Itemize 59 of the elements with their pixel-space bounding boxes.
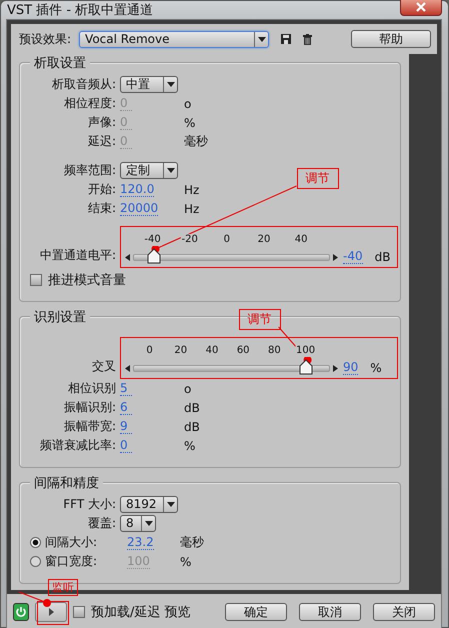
field-label: 结束: [86, 200, 117, 217]
annotation-label: 调节 [296, 168, 338, 189]
dropdown[interactable]: 8 [120, 515, 156, 532]
unit-label: dB [184, 400, 200, 414]
group-title: 识别设置 [30, 308, 90, 326]
unit-label: % [184, 116, 196, 130]
number-field[interactable]: 23.2 [127, 536, 154, 550]
unit-label: dB [184, 420, 200, 434]
field-label: 延迟: [86, 133, 117, 150]
slider-label: 交叉 [91, 358, 117, 375]
number-field[interactable]: 5 [120, 382, 132, 396]
tick-label: -40 [143, 234, 162, 246]
dropdown[interactable]: 8192 [120, 496, 178, 513]
radio-label: 间隔大小: [45, 534, 98, 551]
number-field[interactable]: 9 [120, 420, 132, 434]
unit-label: Hz [184, 202, 200, 216]
tick-label: 100 [295, 345, 316, 357]
window-title: VST 插件 - 析取中置通道 [7, 2, 154, 19]
checkbox-label: 预加载/延迟 预览 [91, 604, 191, 621]
field-label: 覆盖: [86, 515, 117, 532]
dialog-button[interactable]: 取消 [299, 603, 361, 621]
radio-label: 窗口宽度: [45, 553, 98, 570]
field-label: 相位程度: [62, 95, 117, 112]
number-field[interactable]: 6 [120, 400, 132, 414]
field-label: 声像: [86, 114, 117, 131]
number-field[interactable]: 100 [127, 554, 150, 568]
field-label: 振幅带宽: [62, 418, 117, 435]
unit-label: 毫秒 [180, 534, 204, 551]
number-field[interactable]: -40 [343, 250, 363, 264]
checkbox-label: 推进模式音量 [48, 272, 126, 288]
number-field[interactable]: 0 [120, 438, 132, 452]
number-field[interactable]: 20000 [120, 202, 158, 216]
number-field[interactable]: 90 [343, 361, 358, 375]
unit-label: % [184, 438, 196, 452]
field-label: 相位识别 [67, 380, 117, 397]
dropdown[interactable]: 定制 [120, 162, 178, 179]
unit-label: % [370, 361, 382, 375]
dialog-button[interactable]: 关闭 [373, 603, 435, 621]
field-label: 振幅识别: [62, 399, 117, 416]
dialog-button[interactable]: 确定 [225, 603, 287, 621]
field-label: FFT 大小: [62, 496, 117, 513]
group-title: 析取设置 [30, 54, 90, 72]
annotation-label: 调节 [238, 309, 281, 330]
unit-label: o [184, 382, 192, 396]
field-label: 开始: [86, 181, 117, 198]
number-field[interactable]: 120.0 [120, 182, 154, 196]
unit-label: o [184, 96, 192, 110]
unit-label: 毫秒 [184, 133, 208, 150]
field-label: 频率范围: [62, 162, 117, 179]
help-button[interactable]: 帮助 [351, 30, 431, 48]
dropdown[interactable]: 中置 [120, 76, 178, 93]
unit-label: dB [374, 250, 390, 264]
group-title: 间隔和精度 [30, 474, 103, 492]
slider-label: 中置通道电平: [38, 247, 117, 264]
preset-dropdown[interactable]: Vocal Remove [79, 30, 270, 48]
unit-label: Hz [184, 182, 200, 196]
field-label: 频谱衰减比率: [38, 437, 117, 454]
field-label: 析取音频从: [50, 76, 117, 93]
unit-label: % [180, 554, 192, 568]
